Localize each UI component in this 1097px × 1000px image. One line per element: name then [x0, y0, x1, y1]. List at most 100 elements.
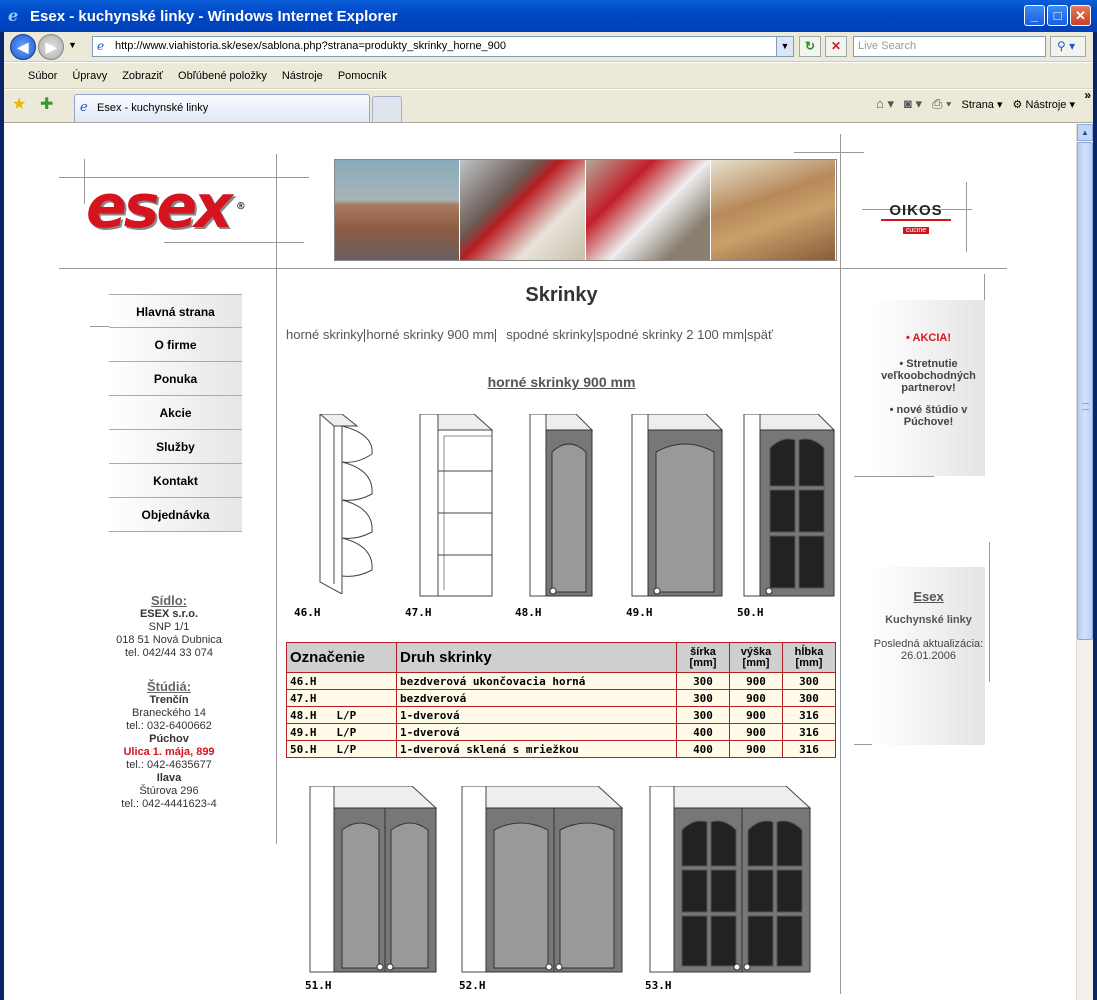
cabinet-46H-image — [319, 414, 373, 594]
label-48H: 48.H — [515, 606, 542, 619]
menu-bar: Súbor Úpravy Zobraziť Obľúbené položky N… — [4, 63, 1093, 89]
address-field[interactable]: e http://www.viahistoria.sk/esex/sablona… — [92, 36, 794, 57]
hq-heading: Sídlo: — [150, 593, 188, 608]
category-links: horné skrinky horné skrinky 900 mm spodné … — [286, 327, 773, 343]
tools-menu[interactable]: ⚙ Nástroje ▾ — [1013, 98, 1075, 111]
print-icon[interactable]: ⎙ ▾ — [932, 96, 951, 112]
minimize-button[interactable]: _ — [1024, 5, 1045, 26]
vertical-scrollbar[interactable]: ▲ — [1076, 124, 1093, 1000]
nav-contact[interactable]: Kontakt — [109, 464, 242, 498]
maximize-button[interactable]: □ — [1047, 5, 1068, 26]
cabinet-spec-table: Označenie Druh skrinky šírka [mm] výška … — [286, 642, 836, 758]
scroll-thumb[interactable] — [1077, 142, 1093, 640]
label-49H: 49.H — [626, 606, 653, 619]
studios-heading: Štúdiá: — [146, 679, 192, 694]
news-box: • AKCIA! • Stretnutie veľkoobchodných pa… — [872, 300, 985, 476]
nav-about[interactable]: O firme — [109, 328, 242, 362]
news-studio-link[interactable]: • nové štúdio v Púchove! — [872, 404, 985, 428]
title-bar: e Esex - kuchynské linky - Windows Inter… — [0, 0, 1097, 32]
info-box: Esex Kuchynské linky Posledná aktualizác… — [872, 567, 985, 745]
search-icon: ⚲ — [1057, 39, 1066, 53]
new-tab-button[interactable] — [372, 96, 402, 122]
cabinet-48H-image — [529, 414, 594, 597]
section-heading[interactable]: horné skrinky 900 mm — [284, 374, 839, 390]
cabinet-47H-image — [419, 414, 494, 597]
home-icon[interactable]: ⌂ ▾ — [876, 96, 894, 112]
cabinet-53H-image — [649, 786, 812, 973]
cabinet-49H-image — [631, 414, 724, 597]
last-update-date: 26.01.2006 — [900, 650, 957, 662]
link-lower-cabinets[interactable]: spodné skrinky — [506, 327, 593, 342]
nav-services[interactable]: Služby — [109, 430, 242, 464]
header-photo-strip — [334, 159, 837, 261]
nav-offer[interactable]: Ponuka — [109, 362, 242, 396]
label-46H: 46.H — [294, 606, 321, 619]
search-input[interactable]: Live Search — [853, 36, 1046, 57]
back-button[interactable]: ◀ — [10, 34, 36, 60]
label-50H: 50.H — [737, 606, 764, 619]
tab-ie-icon: e — [80, 100, 88, 115]
cabinet-50H-image — [743, 414, 836, 597]
tab-label: Esex - kuchynské linky — [97, 102, 209, 114]
esex-brand-link[interactable]: Esex — [872, 589, 985, 604]
page-viewport: esex ® OIKOS cucine Hlavná strana O firme… — [4, 124, 1076, 1000]
menu-tools[interactable]: Nástroje — [282, 70, 323, 82]
label-52H: 52.H — [459, 979, 486, 992]
col-width-header: šírka [mm] — [676, 642, 730, 673]
table-row: 46.H bezdverová ukončovacia horná 300 900 3… — [286, 672, 836, 690]
table-row: 49.H L/P 1-dverová 400 900 316 — [286, 723, 836, 741]
col-code-header: Označenie — [286, 642, 397, 673]
cabinet-51H-image — [309, 786, 438, 973]
address-dropdown-icon[interactable]: ▼ — [776, 37, 793, 56]
forward-button[interactable]: ▶ — [38, 34, 64, 60]
history-dropdown-icon[interactable]: ▼ — [68, 40, 77, 50]
page-title: Skrinky — [525, 284, 598, 306]
gear-icon: ⚙ — [1012, 98, 1023, 111]
col-depth-header: hĺbka [mm] — [782, 642, 836, 673]
page-menu[interactable]: Strana ▾ — [962, 98, 1003, 111]
close-button[interactable]: ✕ — [1070, 5, 1091, 26]
menu-file[interactable]: Súbor — [28, 70, 57, 82]
cabinet-52H-image — [461, 786, 624, 973]
table-row: 50.H L/P 1-dverová sklená s mriežkou 400 9… — [286, 740, 836, 758]
tab-esex[interactable]: e Esex - kuchynské linky — [74, 94, 370, 122]
link-upper-900[interactable]: horné skrinky 900 mm — [366, 327, 494, 342]
address-url: http://www.viahistoria.sk/esex/sablona.p… — [115, 40, 507, 52]
link-upper-cabinets[interactable]: horné skrinky — [286, 327, 363, 342]
page-icon: e — [97, 39, 105, 53]
more-tools-chevron-icon[interactable]: » — [1084, 88, 1091, 102]
address-toolbar: ◀ ▶ ▼ e http://www.viahistoria.sk/esex/s… — [4, 32, 1093, 62]
refresh-button[interactable]: ↻ — [799, 36, 821, 57]
favorites-star-icon[interactable]: ★ — [12, 94, 26, 114]
tab-bar: ★ ✚ e Esex - kuchynské linky ⌂ ▾ ◙ ▾ ⎙ ▾… — [4, 88, 1093, 123]
menu-help[interactable]: Pomocník — [338, 70, 387, 82]
news-meeting-link[interactable]: • Stretnutie veľkoobchodných partnerov! — [872, 358, 985, 394]
nav-promotions[interactable]: Akcie — [109, 396, 242, 430]
window-title: Esex - kuchynské linky - Windows Interne… — [30, 7, 398, 25]
stop-button[interactable]: ✕ — [825, 36, 847, 57]
table-row: 48.H L/P 1-dverová 300 900 316 — [286, 706, 836, 724]
news-akcia-link[interactable]: • AKCIA! — [872, 332, 985, 344]
label-51H: 51.H — [305, 979, 332, 992]
scroll-up-icon[interactable]: ▲ — [1077, 124, 1093, 141]
label-47H: 47.H — [405, 606, 432, 619]
nav-order[interactable]: Objednávka — [109, 498, 242, 532]
menu-view[interactable]: Zobraziť — [122, 70, 163, 82]
nav-home[interactable]: Hlavná strana — [109, 294, 242, 328]
search-button[interactable]: ⚲ ▾ — [1050, 36, 1086, 57]
menu-favorites[interactable]: Obľúbené položky — [178, 70, 267, 82]
contact-info: Sídlo: ESEX s.r.o. SNP 1/1 018 51 Nová D… — [109, 594, 229, 811]
esex-logo[interactable]: esex ® — [86, 177, 273, 239]
col-height-header: výška [mm] — [729, 642, 783, 673]
oikos-logo[interactable]: OIKOS cucine — [881, 202, 951, 238]
main-navigation: Hlavná strana O firme Ponuka Akcie Služb… — [109, 294, 242, 532]
label-53H: 53.H — [645, 979, 672, 992]
feeds-icon[interactable]: ◙ ▾ — [904, 96, 922, 112]
link-back[interactable]: späť — [747, 327, 773, 342]
ie-logo-icon: e — [8, 6, 19, 25]
browser-window: e Esex - kuchynské linky - Windows Inter… — [0, 0, 1097, 1000]
menu-edit[interactable]: Úpravy — [72, 70, 107, 82]
link-lower-2100[interactable]: spodné skrinky 2 100 mm — [596, 327, 744, 342]
add-favorite-icon[interactable]: ✚ — [40, 94, 53, 114]
table-row: 47.H bezdverová 300 900 300 — [286, 689, 836, 707]
